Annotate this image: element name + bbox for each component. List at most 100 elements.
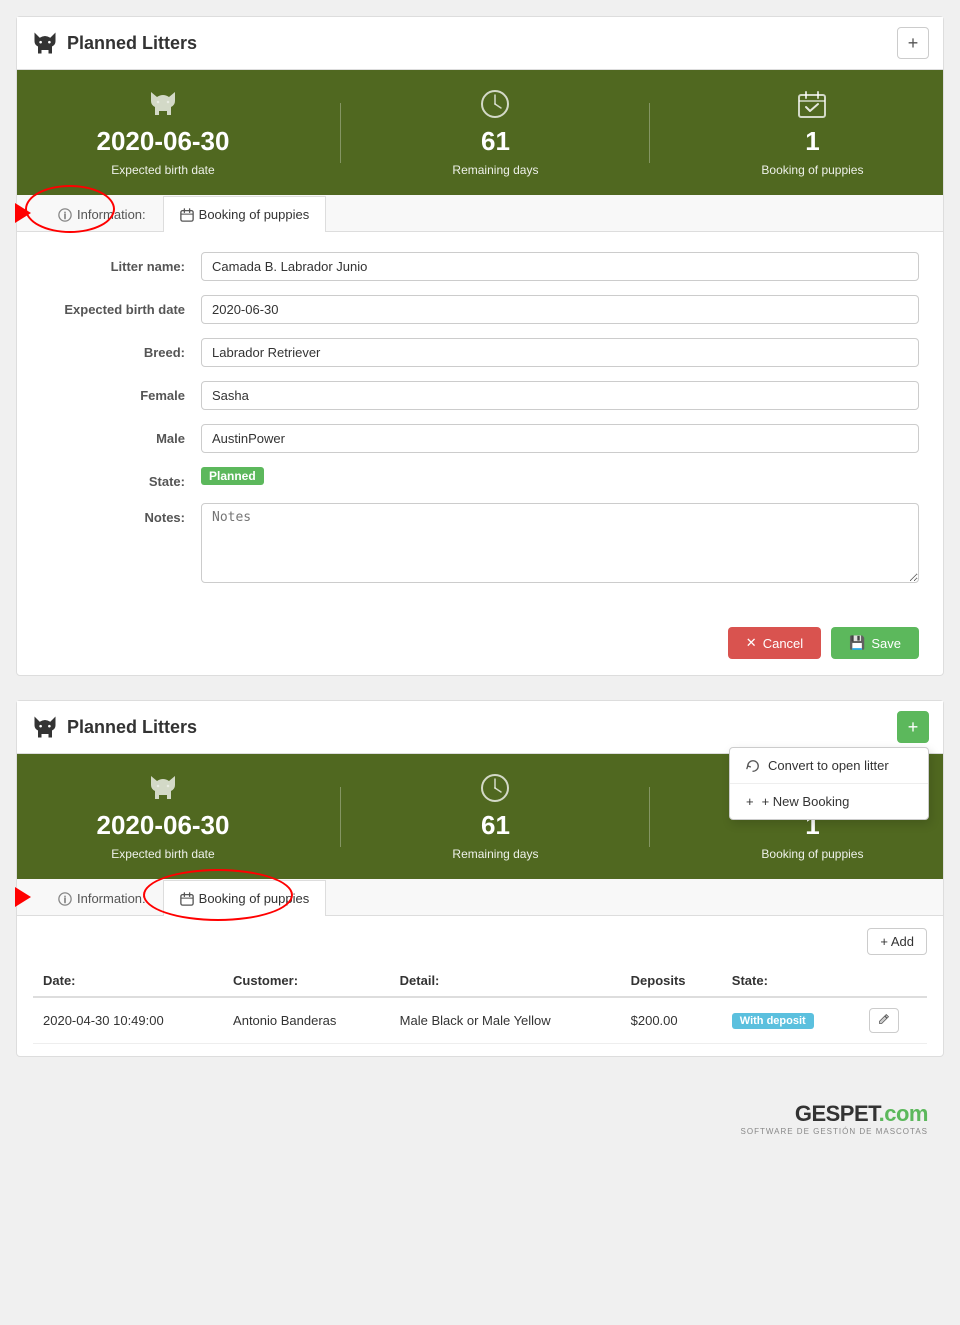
panel2-title: Planned Litters — [67, 717, 197, 738]
cell-customer: Antonio Banderas — [223, 997, 390, 1044]
table-add-row: + Add — [33, 928, 927, 955]
form-row-notes: Notes: — [41, 503, 919, 583]
add-dropdown-button[interactable]: + — [897, 711, 929, 743]
female-label: Female — [41, 381, 201, 403]
breed-input[interactable] — [201, 338, 919, 367]
male-input[interactable] — [201, 424, 919, 453]
stat-birth-date: 2020-06-30 Expected birth date — [96, 88, 229, 177]
form-row-breed: Breed: — [41, 338, 919, 367]
new-booking-icon: + — [746, 794, 754, 809]
col-actions — [859, 965, 927, 997]
birth-date-label: Expected birth date — [41, 295, 201, 317]
cell-detail: Male Black or Male Yellow — [390, 997, 621, 1044]
cell-state: With deposit — [722, 997, 860, 1044]
edit-icon — [878, 1013, 890, 1025]
table-header-row: Date: Customer: Detail: Deposits State: — [33, 965, 927, 997]
cell-deposits: $200.00 — [621, 997, 722, 1044]
tab-information-label: Information: — [77, 207, 146, 222]
panel-title: Planned Litters — [67, 33, 197, 54]
col-customer: Customer: — [223, 965, 390, 997]
state-badge: Planned — [201, 467, 264, 485]
calendar-tab-icon-2 — [180, 892, 194, 906]
form-row-female: Female — [41, 381, 919, 410]
table-section: + Add Date: Customer: Detail: Deposits S… — [17, 916, 943, 1056]
col-state: State: — [722, 965, 860, 997]
cell-edit — [859, 997, 927, 1044]
remaining-days-value: 61 — [481, 126, 510, 157]
panel2-title-wrap: Planned Litters — [31, 713, 197, 741]
cancel-button[interactable]: ✕ Cancel — [728, 627, 821, 659]
stat-bookings: 1 Booking of puppies — [761, 88, 863, 177]
col-deposits: Deposits — [621, 965, 722, 997]
edit-booking-button[interactable] — [869, 1008, 899, 1033]
save-button[interactable]: 💾 Save — [831, 627, 919, 659]
add-booking-button[interactable]: + Add — [867, 928, 927, 955]
bookings-table: Date: Customer: Detail: Deposits State: … — [33, 965, 927, 1044]
tab2-information[interactable]: Information: — [41, 880, 163, 916]
breed-label: Breed: — [41, 338, 201, 360]
table-row: 2020-04-30 10:49:00 Antonio Banderas Mal… — [33, 997, 927, 1044]
notes-textarea[interactable] — [201, 503, 919, 583]
col-date: Date: — [33, 965, 223, 997]
tabs-bar-2: Information: Booking of puppies — [17, 879, 943, 916]
tab-information[interactable]: Information: — [41, 196, 163, 232]
bookings-value: 1 — [805, 126, 819, 157]
stat2-remaining-label: Remaining days — [452, 847, 538, 861]
litter-name-label: Litter name: — [41, 252, 201, 274]
stat2-remaining: 61 Remaining days — [452, 772, 538, 861]
dropdown-container: + Convert to open litter + + New Booking — [897, 711, 929, 743]
tabs-bar: Information: Booking of puppies — [17, 195, 943, 232]
form-row-litter-name: Litter name: — [41, 252, 919, 281]
panel-title-wrap: Planned Litters — [31, 29, 197, 57]
tab2-information-label: Information: — [77, 891, 146, 906]
stat2-birth-date-label: Expected birth date — [111, 847, 214, 861]
save-label: Save — [871, 636, 901, 651]
annotation-arrow-2 — [15, 887, 31, 907]
add-panel-button[interactable]: + — [897, 27, 929, 59]
tab2-booking[interactable]: Booking of puppies — [163, 880, 327, 916]
tab2-booking-label: Booking of puppies — [199, 891, 310, 906]
calendar-tab-icon — [180, 208, 194, 222]
new-booking-label: + New Booking — [762, 794, 850, 809]
stat2-birth-date: 2020-06-30 Expected birth date — [96, 772, 229, 861]
female-input[interactable] — [201, 381, 919, 410]
col-detail: Detail: — [390, 965, 621, 997]
footer-logo: GESPET.com SOFTWARE DE GESTIÓN DE MASCOT… — [16, 1081, 944, 1146]
stat2-birth-date-value: 2020-06-30 — [96, 810, 229, 841]
form-body: Litter name: Expected birth date Breed: … — [17, 232, 943, 617]
stats-bar: 2020-06-30 Expected birth date 61 Remain… — [17, 70, 943, 195]
brand-tagline: SOFTWARE DE GESTIÓN DE MASCOTAS — [741, 1127, 928, 1136]
tab-booking[interactable]: Booking of puppies — [163, 196, 327, 232]
tab-booking-label: Booking of puppies — [199, 207, 310, 222]
birth-date-icon — [147, 88, 179, 120]
cancel-label: Cancel — [763, 636, 803, 651]
dropdown-new-booking[interactable]: + + New Booking — [730, 784, 928, 819]
clock-icon — [479, 88, 511, 120]
stat-remaining-days: 61 Remaining days — [452, 88, 538, 177]
clock-icon-2 — [479, 772, 511, 804]
birth-date-icon-2 — [147, 772, 179, 804]
notes-label: Notes: — [41, 503, 201, 525]
remaining-days-label: Remaining days — [452, 163, 538, 177]
litter-name-input[interactable] — [201, 252, 919, 281]
info-icon-2 — [58, 892, 72, 906]
form-row-birth-date: Expected birth date — [41, 295, 919, 324]
brand-name: GESPET.com — [795, 1101, 928, 1126]
calendar-icon — [796, 88, 828, 120]
bookings-label: Booking of puppies — [761, 163, 863, 177]
state-label: State: — [41, 467, 201, 489]
deposit-badge: With deposit — [732, 1013, 814, 1029]
male-label: Male — [41, 424, 201, 446]
info-icon — [58, 208, 72, 222]
birth-date-input[interactable] — [201, 295, 919, 324]
annotation-arrow-1 — [15, 203, 31, 223]
add-booking-label: + Add — [880, 934, 914, 949]
convert-icon — [746, 759, 760, 773]
convert-label: Convert to open litter — [768, 758, 889, 773]
dropdown-menu: Convert to open litter + + New Booking — [729, 747, 929, 820]
birth-date-value: 2020-06-30 — [96, 126, 229, 157]
cat-icon-2 — [31, 713, 59, 741]
form-actions: ✕ Cancel 💾 Save — [17, 617, 943, 675]
stat2-bookings-label: Booking of puppies — [761, 847, 863, 861]
dropdown-convert[interactable]: Convert to open litter — [730, 748, 928, 784]
